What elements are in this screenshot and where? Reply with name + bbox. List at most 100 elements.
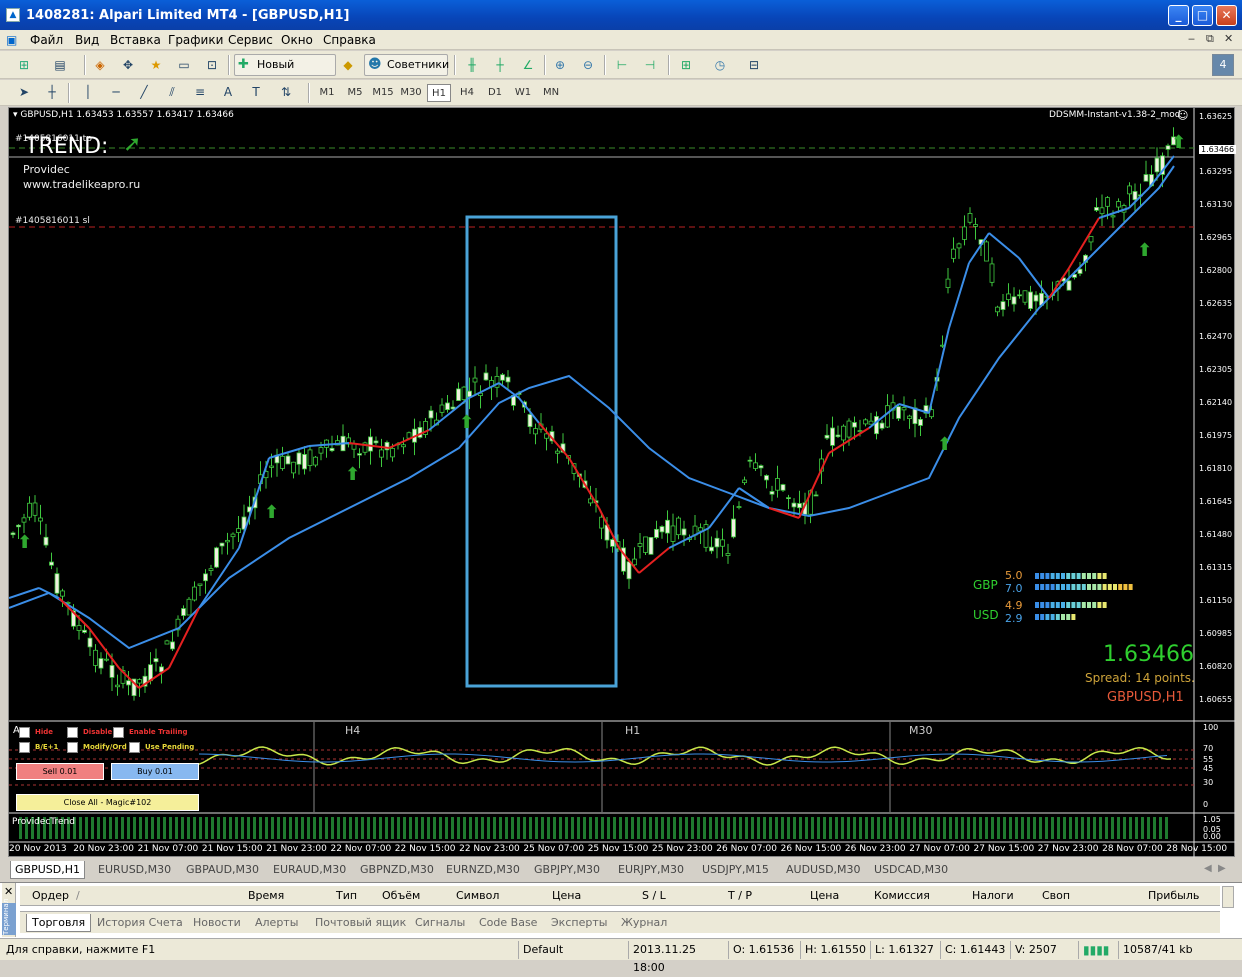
col-sl[interactable]: S / L <box>642 889 666 902</box>
chart-tab[interactable]: GBPJPY,M30 <box>530 861 604 879</box>
data-window-icon[interactable]: ✥ <box>118 55 138 75</box>
col-order[interactable]: Ордер <box>32 889 69 902</box>
terminal-tab-codebase[interactable]: Code Base <box>474 914 542 932</box>
fibonacci-icon[interactable]: ≡ <box>190 82 210 102</box>
enable-trailing-checkbox[interactable] <box>113 727 124 738</box>
profiles-icon[interactable]: ▤ <box>50 55 70 75</box>
menu-charts[interactable]: Графики <box>168 33 223 47</box>
cursor-icon[interactable]: ➤ <box>14 82 34 102</box>
tf-m30[interactable]: M30 <box>399 84 423 102</box>
bar-chart-icon[interactable]: ╫ <box>462 55 482 75</box>
tf-d1[interactable]: D1 <box>483 84 507 102</box>
col-price[interactable]: Цена <box>552 889 581 902</box>
col-swap[interactable]: Своп <box>1042 889 1070 902</box>
terminal-tab-trade[interactable]: Торговля <box>26 914 92 932</box>
sell-button[interactable]: Sell 0.01 <box>16 763 104 780</box>
auto-scroll-icon[interactable]: ⊢ <box>612 55 632 75</box>
menu-view[interactable]: Вид <box>75 33 99 47</box>
col-type[interactable]: Тип <box>336 889 357 902</box>
mdi-restore-icon[interactable]: ⧉ <box>1206 32 1214 46</box>
col-taxes[interactable]: Налоги <box>972 889 1014 902</box>
chart-tab[interactable]: AUDUSD,M30 <box>782 861 865 879</box>
tf-h1[interactable]: H1 <box>427 84 451 102</box>
tf-mn[interactable]: MN <box>539 84 563 102</box>
vertical-line-icon[interactable]: │ <box>78 82 98 102</box>
col-commission[interactable]: Комиссия <box>874 889 930 902</box>
maximize-button[interactable]: □ <box>1192 5 1213 26</box>
line-chart-icon[interactable]: ∠ <box>518 55 538 75</box>
channel-icon[interactable]: ⫽ <box>162 82 182 102</box>
expert-advisors-button[interactable]: ☻ Советники <box>364 54 449 76</box>
text-icon[interactable]: A <box>218 82 238 102</box>
col-time[interactable]: Время <box>248 889 284 902</box>
terminal-close-icon[interactable]: ✕ <box>4 885 13 898</box>
metaeditor-icon[interactable]: ◆ <box>338 55 358 75</box>
new-chart-icon[interactable]: ⊞ <box>14 55 34 75</box>
terminal-tab-journal[interactable]: Журнал <box>616 914 672 932</box>
templates-icon[interactable]: ⊟ <box>744 55 764 75</box>
tf-m1[interactable]: M1 <box>315 84 339 102</box>
col-price2[interactable]: Цена <box>810 889 839 902</box>
close-all-button[interactable]: Close All - Magic#102 <box>16 794 199 811</box>
terminal-scrollbar[interactable] <box>1222 886 1234 908</box>
terminal-tab-alerts[interactable]: Алерты <box>250 914 303 932</box>
chart-tab[interactable]: USDJPY,M15 <box>698 861 773 879</box>
tab-scroll-right-icon[interactable]: ▶ <box>1218 863 1226 874</box>
chart-tab[interactable]: GBPNZD,M30 <box>356 861 438 879</box>
chart-tab[interactable]: EURNZD,M30 <box>442 861 524 879</box>
tester-icon[interactable]: ⊡ <box>202 55 222 75</box>
market-watch-icon[interactable]: ◈ <box>90 55 110 75</box>
use-pending-checkbox[interactable] <box>129 742 140 753</box>
tf-m15[interactable]: M15 <box>371 84 395 102</box>
col-tp[interactable]: T / P <box>728 889 752 902</box>
terminal-tab-news[interactable]: Новости <box>188 914 246 932</box>
menu-tools[interactable]: Сервис <box>228 33 273 47</box>
horizontal-line-icon[interactable]: ─ <box>106 82 126 102</box>
tf-h4[interactable]: H4 <box>455 84 479 102</box>
chart-shift-icon[interactable]: ⊣ <box>640 55 660 75</box>
arrows-icon[interactable]: ⇅ <box>276 82 296 102</box>
col-profit[interactable]: Прибыль <box>1148 889 1199 902</box>
terminal-icon[interactable]: ▭ <box>174 55 194 75</box>
periods-icon[interactable]: ◷ <box>710 55 730 75</box>
menu-file[interactable]: Файл <box>30 33 63 47</box>
close-button[interactable]: ✕ <box>1216 5 1237 26</box>
terminal-tab-experts[interactable]: Эксперты <box>546 914 612 932</box>
col-symbol[interactable]: Символ <box>456 889 499 902</box>
new-order-button[interactable]: ✚Новый Ордер <box>234 54 336 91</box>
disable-checkbox[interactable] <box>67 727 78 738</box>
menu-insert[interactable]: Вставка <box>110 33 161 47</box>
terminal-tab-signals[interactable]: Сигналы <box>410 914 470 932</box>
modify-checkbox[interactable] <box>67 742 78 753</box>
chart-tab[interactable]: GBPUSD,H1 <box>10 861 85 879</box>
minimize-button[interactable]: _ <box>1168 5 1189 26</box>
terminal-tab-history[interactable]: История Счета <box>92 914 188 932</box>
indicators-icon[interactable]: ⊞ <box>676 55 696 75</box>
menu-help[interactable]: Справка <box>323 33 376 47</box>
chart-tab[interactable]: EURAUD,M30 <box>269 861 350 879</box>
be-checkbox[interactable] <box>19 742 30 753</box>
hide-checkbox[interactable] <box>19 727 30 738</box>
chart-tab[interactable]: USDCAD,M30 <box>870 861 952 879</box>
candlestick-icon[interactable]: ┼ <box>490 55 510 75</box>
col-volume[interactable]: Объём <box>382 889 420 902</box>
buy-button[interactable]: Buy 0.01 <box>111 763 199 780</box>
tf-w1[interactable]: W1 <box>511 84 535 102</box>
terminal-tab-mailbox[interactable]: Почтовый ящик <box>310 914 411 932</box>
chart-tab[interactable]: EURUSD,M30 <box>94 861 175 879</box>
navigator-icon[interactable]: ★ <box>146 55 166 75</box>
tf-m5[interactable]: M5 <box>343 84 367 102</box>
tab-scroll-left-icon[interactable]: ◀ <box>1204 863 1212 874</box>
account-badge[interactable]: 4 <box>1212 54 1234 76</box>
crosshair-icon[interactable]: ┼ <box>42 82 62 102</box>
zoom-in-icon[interactable]: ⊕ <box>550 55 570 75</box>
chart-window[interactable]: ⬆ ⬆ ⬆ ⬆ ⬆ ⬆ ⬆ ▾ GBPUSD,H1 1.63453 1.63557 1.63… <box>8 107 1237 858</box>
menu-window[interactable]: Окно <box>281 33 313 47</box>
mdi-close-icon[interactable]: ✕ <box>1224 32 1233 45</box>
zoom-out-icon[interactable]: ⊖ <box>578 55 598 75</box>
chart-tab[interactable]: GBPAUD,M30 <box>182 861 263 879</box>
chart-tab[interactable]: EURJPY,M30 <box>614 861 688 879</box>
trendline-icon[interactable]: ╱ <box>134 82 154 102</box>
label-icon[interactable]: T <box>246 82 266 102</box>
mdi-minimize-icon[interactable]: ‒ <box>1188 32 1195 45</box>
